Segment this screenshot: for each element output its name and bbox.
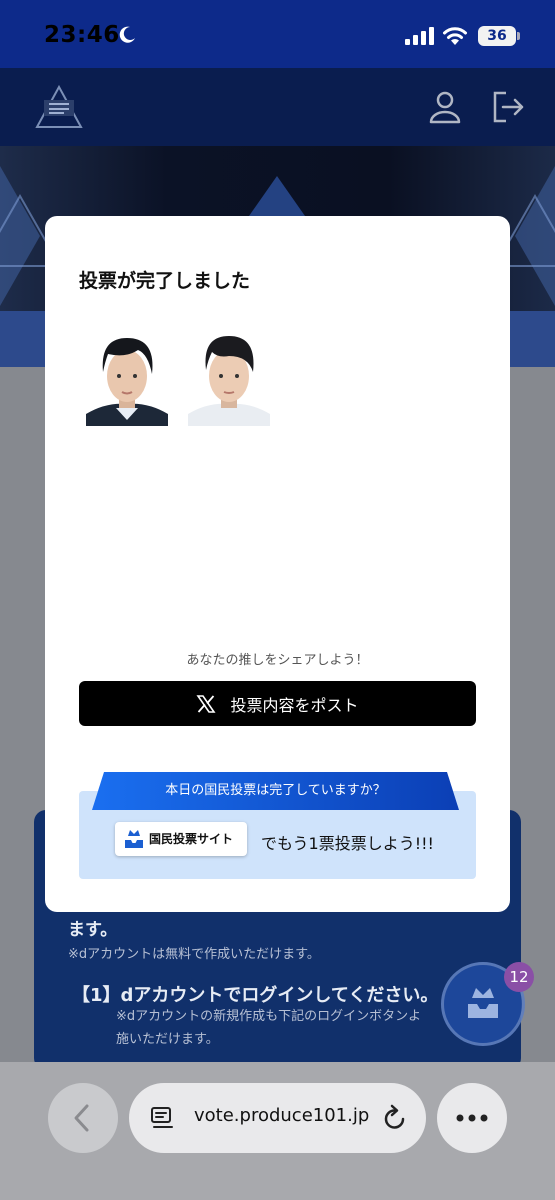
vote-ribbon-text: 本日の国民投票は完了していますか？ <box>165 783 386 798</box>
battery-tip <box>517 32 520 40</box>
modal-title: 投票が完了しました <box>79 270 251 292</box>
candidate-avatar <box>188 336 270 426</box>
post-to-x-button[interactable]: 投票内容をポスト <box>79 681 476 726</box>
wifi-icon <box>443 27 467 45</box>
more-dots-icon <box>456 1114 488 1122</box>
vote-complete-modal: 投票が完了しました あなたの推しをシェアしよう！ 投票内容をポスト 本日の国民投… <box>45 216 510 912</box>
signal-icon <box>405 27 434 45</box>
moon-icon <box>119 26 135 43</box>
reload-icon[interactable] <box>382 1104 408 1132</box>
chevron-left-icon <box>74 1104 89 1132</box>
logout-icon[interactable] <box>490 89 526 125</box>
status-time: 23:46 <box>44 22 120 48</box>
background-text: ます。 <box>68 920 118 940</box>
url-text[interactable]: vote.produce101.jp <box>194 1105 369 1126</box>
x-logo-icon <box>196 694 217 713</box>
national-vote-site-button[interactable]: 国民投票サイト <box>115 822 247 856</box>
login-step-note-2: 施いただけます。 <box>116 1032 219 1047</box>
battery-indicator: 36 <box>478 26 516 46</box>
background-note: ※dアカウントは無料で作成いただけます。 <box>68 947 320 962</box>
vote-cta-text: でもう1票投票しよう!!! <box>261 834 434 853</box>
ballot-crown-icon <box>468 988 498 1018</box>
login-step-heading: 【1】dアカウントでログインしてください。 <box>72 985 439 1006</box>
produce-101-logo[interactable] <box>34 84 84 130</box>
login-step-note: ※dアカウントの新規作成も下記のログインボタンよ <box>116 1009 422 1024</box>
share-prompt: あなたの推しをシェアしよう！ <box>186 653 369 668</box>
site-button-label: 国民投票サイト <box>149 832 234 846</box>
tabs-icon[interactable] <box>150 1105 174 1131</box>
candidate-avatar <box>86 338 168 426</box>
post-button-label: 投票内容をポスト <box>230 695 359 715</box>
ballot-crown-icon <box>125 830 143 848</box>
user-icon[interactable] <box>428 90 462 124</box>
notification-badge: 12 <box>504 962 534 992</box>
